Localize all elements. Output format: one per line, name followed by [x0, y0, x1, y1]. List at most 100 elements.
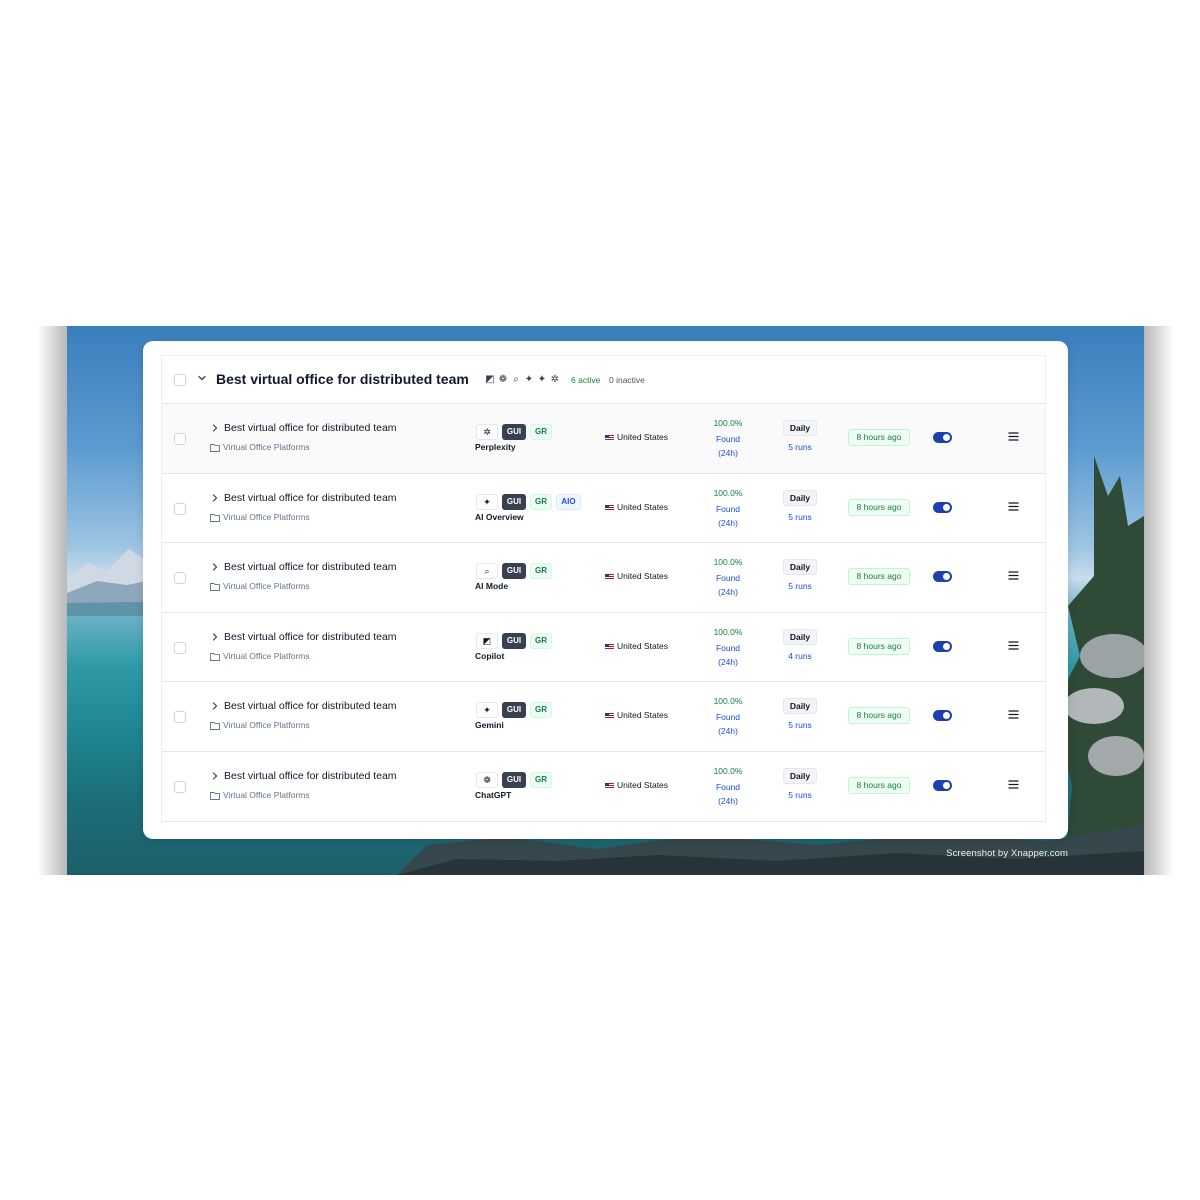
table-row[interactable]: Best virtual office for distributed team… — [162, 682, 1045, 752]
country-label: United States — [617, 571, 669, 582]
chevron-right-icon[interactable] — [210, 562, 220, 572]
prompt-title[interactable]: Best virtual office for distributed team — [224, 631, 397, 643]
menu-icon[interactable] — [1008, 780, 1019, 789]
menu-icon[interactable] — [1008, 501, 1019, 511]
chevron-right-icon[interactable] — [210, 632, 220, 642]
country-label: United States — [617, 779, 669, 790]
tag-gui: GUI — [502, 424, 526, 440]
prompt-title[interactable]: Best virtual office for distributed team — [224, 492, 397, 504]
us-flag-icon — [605, 504, 614, 511]
enabled-toggle[interactable] — [933, 432, 952, 443]
prompt-title[interactable]: Best virtual office for distributed team — [224, 700, 397, 712]
ai-mode-icon: ⌕ — [476, 563, 498, 580]
runs-link[interactable]: 5 runs — [779, 581, 821, 591]
prompt-category: Virtual Office Platforms — [223, 789, 310, 800]
row-checkbox[interactable] — [174, 572, 186, 585]
chatgpt-icon: ❁ — [498, 374, 508, 385]
chevron-right-icon[interactable] — [210, 423, 220, 433]
country-label: United States — [617, 710, 669, 721]
frequency-badge: Daily — [783, 628, 817, 645]
tag-gr: GR — [530, 493, 552, 510]
table-row[interactable]: Best virtual office for distributed team… — [162, 751, 1045, 822]
perplexity-icon: ✲ — [550, 374, 560, 385]
chevron-right-icon[interactable] — [210, 771, 220, 781]
chevron-down-icon[interactable] — [196, 372, 208, 384]
found-window: (24h) — [718, 517, 738, 528]
tag-aio: AIO — [556, 493, 581, 510]
enabled-toggle[interactable] — [933, 779, 952, 791]
found-label: Found — [715, 712, 741, 723]
us-flag-icon — [605, 435, 614, 441]
menu-icon[interactable] — [1008, 710, 1019, 719]
table-row[interactable]: Best virtual office for distributed team… — [162, 543, 1045, 613]
engine-name: ChatGPT — [475, 789, 512, 800]
frequency-badge: Daily — [783, 767, 817, 784]
copilot-icon: ◩ — [476, 632, 498, 649]
found-percent: 100.0% — [713, 765, 743, 776]
ai-overview-icon: ✦ — [524, 374, 534, 385]
chevron-right-icon[interactable] — [210, 493, 220, 503]
frequency-badge: Daily — [783, 420, 817, 436]
runs-link[interactable]: 5 runs — [779, 790, 821, 800]
tag-gr: GR — [530, 424, 552, 440]
row-checkbox[interactable] — [174, 711, 186, 724]
table-row[interactable]: Best virtual office for distributed team… — [162, 404, 1045, 474]
chatgpt-icon: ❁ — [476, 771, 498, 788]
row-checkbox[interactable] — [174, 502, 186, 515]
inactive-count: 0 inactive — [609, 375, 645, 385]
engine-name: AI Mode — [475, 581, 509, 592]
folder-icon — [210, 792, 220, 800]
found-window: (24h) — [718, 587, 738, 598]
row-checkbox[interactable] — [174, 641, 186, 654]
found-label: Found — [715, 434, 741, 444]
menu-icon[interactable] — [1008, 571, 1019, 580]
engine-icons: ◩ ❁ ⌕ ✦ ✦ ✲ — [484, 372, 561, 388]
prompt-title[interactable]: Best virtual office for distributed team — [224, 561, 397, 573]
group-title: Best virtual office for distributed team — [216, 371, 469, 387]
table-row[interactable]: Best virtual office for distributed team… — [162, 612, 1045, 683]
select-all-checkbox[interactable] — [174, 374, 186, 386]
tag-gr: GR — [530, 702, 552, 719]
enabled-toggle[interactable] — [933, 571, 952, 583]
found-window: (24h) — [718, 726, 738, 737]
last-run-badge: 8 hours ago — [848, 637, 910, 655]
row-checkbox[interactable] — [174, 433, 186, 445]
runs-link[interactable]: 4 runs — [779, 651, 821, 661]
prompt-category: Virtual Office Platforms — [223, 442, 310, 452]
found-percent: 100.0% — [713, 626, 743, 637]
runs-link[interactable]: 5 runs — [779, 512, 821, 522]
found-percent: 100.0% — [713, 557, 743, 568]
gemini-icon: ✦ — [476, 702, 498, 719]
runs-link[interactable]: 5 runs — [779, 720, 821, 730]
last-run-badge: 8 hours ago — [848, 568, 910, 586]
prompt-category: Virtual Office Platforms — [223, 650, 310, 661]
folder-icon — [210, 583, 220, 592]
row-checkbox[interactable] — [174, 780, 186, 793]
engine-name: Perplexity — [475, 442, 516, 452]
last-run-badge: 8 hours ago — [848, 776, 910, 794]
tag-gr: GR — [530, 632, 552, 649]
found-label: Found — [715, 781, 741, 792]
runs-link[interactable]: 5 runs — [779, 442, 821, 452]
chevron-right-icon[interactable] — [210, 701, 220, 711]
folder-icon — [210, 513, 220, 522]
prompt-title[interactable]: Best virtual office for distributed team — [224, 770, 397, 782]
tag-gui: GUI — [502, 493, 526, 510]
menu-icon[interactable] — [1008, 432, 1019, 441]
menu-icon[interactable] — [1008, 641, 1019, 650]
prompt-category: Virtual Office Platforms — [223, 511, 310, 522]
group-header: Best virtual office for distributed team… — [162, 356, 1045, 404]
folder-icon — [210, 444, 220, 452]
enabled-toggle[interactable] — [933, 710, 952, 722]
us-flag-icon — [605, 574, 614, 581]
found-percent: 100.0% — [713, 418, 743, 428]
found-percent: 100.0% — [713, 487, 743, 498]
ai-mode-icon: ⌕ — [513, 374, 519, 385]
found-percent: 100.0% — [713, 696, 743, 707]
enabled-toggle[interactable] — [933, 640, 952, 652]
enabled-toggle[interactable] — [933, 501, 952, 513]
last-run-badge: 8 hours ago — [848, 707, 910, 725]
last-run-badge: 8 hours ago — [848, 429, 910, 446]
prompt-title[interactable]: Best virtual office for distributed team — [224, 422, 397, 434]
table-row[interactable]: Best virtual office for distributed team… — [162, 473, 1045, 544]
